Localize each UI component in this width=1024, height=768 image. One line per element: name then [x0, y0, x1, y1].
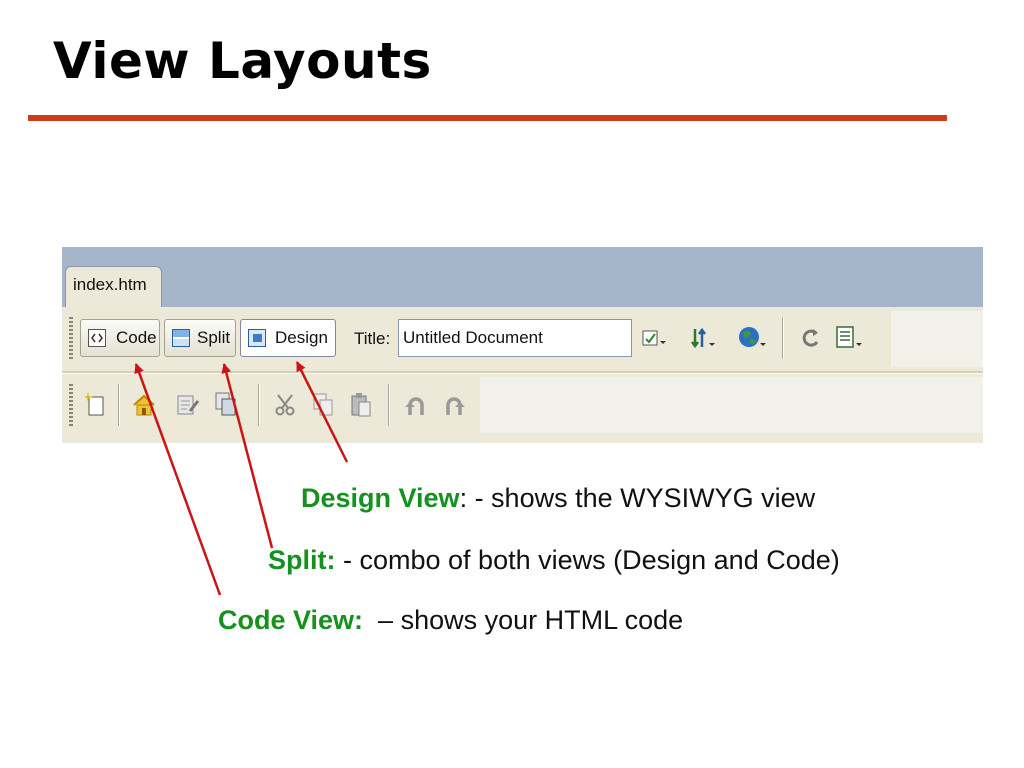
code-view-arrow	[134, 363, 222, 596]
design-view-description: : - shows the WYSIWYG view	[459, 483, 816, 513]
code-view-caption: Code View: – shows your HTML code	[218, 605, 683, 636]
annotation-arrows	[134, 361, 349, 596]
split-view-description: - combo of both views (Design and Code)	[335, 545, 840, 575]
code-view-description: – shows your HTML code	[363, 605, 684, 635]
design-view-caption: Design View: - shows the WYSIWYG view	[301, 483, 815, 514]
design-view-arrow	[295, 361, 349, 463]
code-view-term: Code View:	[218, 605, 364, 635]
split-view-arrow	[221, 363, 274, 549]
split-view-term: Split:	[268, 545, 336, 575]
split-view-caption: Split: - combo of both views (Design and…	[268, 545, 840, 576]
design-view-term: Design View	[301, 483, 460, 513]
